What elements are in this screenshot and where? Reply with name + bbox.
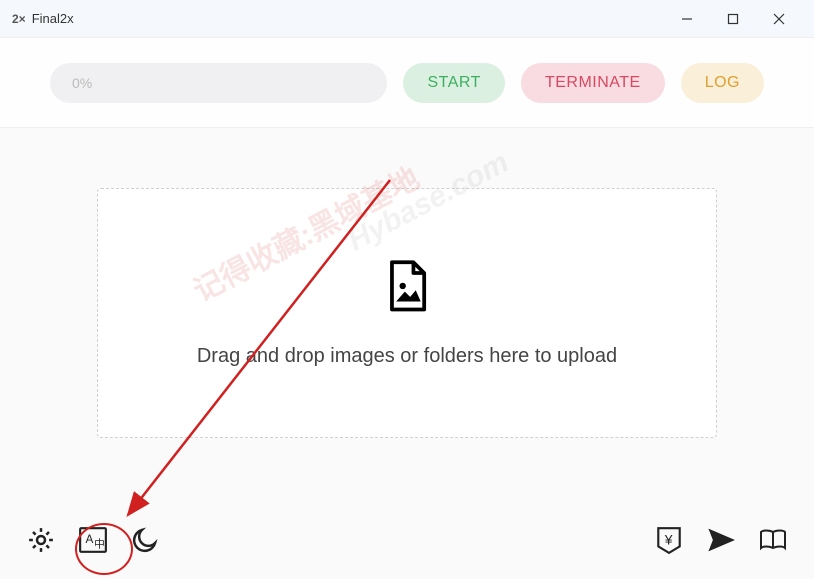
maximize-button[interactable]: [710, 0, 756, 38]
progress-bar: 0%: [50, 63, 387, 103]
book-icon: [758, 525, 788, 560]
window-controls: [664, 0, 802, 38]
send-button[interactable]: [704, 525, 738, 559]
toolbar: 0% START TERMINATE LOG: [0, 38, 814, 128]
docs-button[interactable]: [756, 525, 790, 559]
app-title: Final2x: [32, 11, 664, 26]
paper-plane-icon: [706, 525, 736, 560]
progress-text: 0%: [72, 75, 92, 91]
start-button[interactable]: START: [403, 63, 504, 103]
donate-button[interactable]: ¥: [652, 525, 686, 559]
theme-button[interactable]: [128, 525, 162, 559]
svg-text:A: A: [86, 533, 94, 546]
language-icon: A 中: [78, 525, 108, 560]
main-area: Drag and drop images or folders here to …: [0, 128, 814, 438]
image-file-icon: [381, 258, 433, 321]
drop-zone[interactable]: Drag and drop images or folders here to …: [97, 188, 717, 438]
gear-icon: [26, 525, 56, 560]
app-icon: 2×: [12, 12, 26, 26]
minimize-button[interactable]: [664, 0, 710, 38]
terminate-button[interactable]: TERMINATE: [521, 63, 665, 103]
close-button[interactable]: [756, 0, 802, 38]
titlebar: 2× Final2x: [0, 0, 814, 38]
svg-text:中: 中: [94, 537, 105, 550]
svg-text:¥: ¥: [664, 531, 673, 547]
settings-button[interactable]: [24, 525, 58, 559]
bottom-bar: A 中 ¥: [0, 517, 814, 567]
yen-badge-icon: ¥: [654, 525, 684, 560]
moon-icon: [130, 525, 160, 560]
log-button[interactable]: LOG: [681, 63, 764, 103]
language-button[interactable]: A 中: [76, 525, 110, 559]
drop-zone-text: Drag and drop images or folders here to …: [197, 345, 617, 368]
